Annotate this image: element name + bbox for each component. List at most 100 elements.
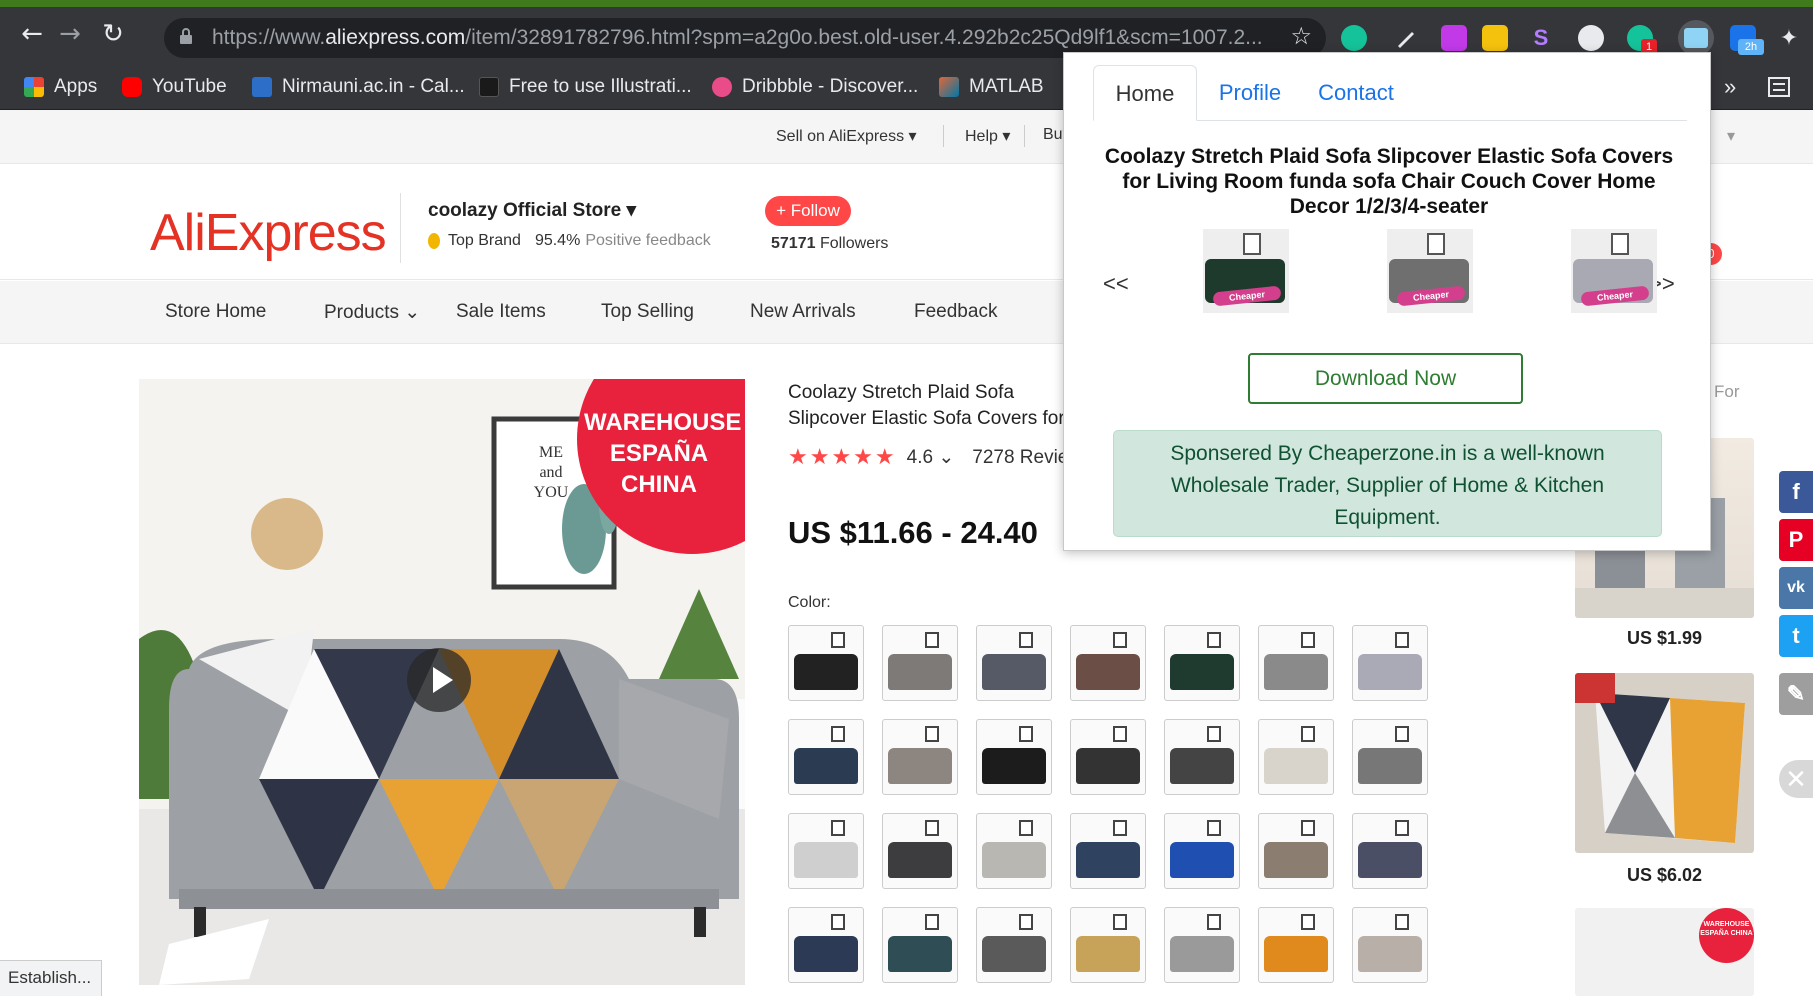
s2-extension-icon[interactable]: S: [1528, 25, 1554, 51]
carousel-thumbnail[interactable]: Cheaper: [1387, 229, 1473, 313]
swatch-sofa: [794, 936, 858, 972]
nav-products[interactable]: Products ⌄: [324, 301, 420, 324]
edit-share-icon[interactable]: ✎: [1779, 673, 1813, 715]
color-swatch[interactable]: [1070, 907, 1146, 983]
extensions-puzzle-icon[interactable]: ✦: [1776, 25, 1802, 51]
color-swatch[interactable]: [1258, 625, 1334, 701]
swatch-sofa: [1076, 748, 1140, 784]
swatch-sofa: [1358, 748, 1422, 784]
color-swatch[interactable]: [788, 719, 864, 795]
play-video-button[interactable]: [407, 648, 471, 712]
color-swatch[interactable]: [1258, 907, 1334, 983]
color-swatch[interactable]: [788, 625, 864, 701]
divider: [943, 125, 944, 147]
color-swatch[interactable]: [1258, 719, 1334, 795]
color-swatch[interactable]: [976, 625, 1052, 701]
forward-icon[interactable]: →: [55, 19, 85, 49]
color-swatch[interactable]: [1070, 719, 1146, 795]
color-swatch[interactable]: [1352, 813, 1428, 889]
download-now-button[interactable]: Download Now: [1248, 353, 1523, 404]
nav-new-arrivals[interactable]: New Arrivals: [750, 301, 856, 323]
color-swatch[interactable]: [882, 907, 958, 983]
color-swatch[interactable]: [1070, 813, 1146, 889]
dribbble-icon: [712, 77, 732, 97]
color-swatch[interactable]: [882, 625, 958, 701]
aliexpress-logo[interactable]: AliExpress: [150, 203, 387, 263]
bookmark-illustrations[interactable]: Free to use Illustrati...: [479, 74, 692, 100]
color-swatch[interactable]: [788, 813, 864, 889]
review-count[interactable]: 7278 Revie: [972, 447, 1068, 469]
follow-button[interactable]: + Follow: [765, 196, 851, 226]
reading-list-icon[interactable]: [1768, 74, 1790, 100]
tab-contact[interactable]: Contact: [1301, 65, 1411, 121]
carousel-prev-button[interactable]: <<: [1103, 271, 1129, 297]
color-swatch[interactable]: [976, 813, 1052, 889]
store-name[interactable]: coolazy Official Store ▾: [428, 199, 636, 222]
carousel-thumbnail[interactable]: Cheaper: [1571, 229, 1657, 313]
sell-link[interactable]: Sell on AliExpress ▾: [776, 126, 917, 146]
popup-product-title: Coolazy Stretch Plaid Sofa Slipcover Ela…: [1104, 145, 1674, 218]
color-swatch[interactable]: [1164, 813, 1240, 889]
bookmark-star-icon[interactable]: ☆: [1290, 22, 1312, 50]
color-swatch[interactable]: [1352, 625, 1428, 701]
apps-grid-icon: [24, 77, 44, 97]
swatch-frame: [831, 914, 845, 930]
help-link[interactable]: Help ▾: [965, 126, 1010, 146]
tab-home[interactable]: Home: [1093, 65, 1197, 121]
color-swatch[interactable]: [1164, 907, 1240, 983]
swatch-frame: [925, 914, 939, 930]
nav-sale-items[interactable]: Sale Items: [456, 301, 546, 323]
tab-timer-extension-icon[interactable]: 2h: [1730, 25, 1764, 55]
color-swatch[interactable]: [1070, 625, 1146, 701]
nav-top-selling[interactable]: Top Selling: [601, 301, 694, 323]
account-dropdown-icon[interactable]: ▾: [1727, 126, 1735, 146]
swatch-frame: [925, 820, 939, 836]
bookmark-dribbble[interactable]: Dribbble - Discover...: [712, 74, 918, 100]
swatch-frame: [925, 726, 939, 742]
color-swatch[interactable]: [1352, 907, 1428, 983]
product-main-image[interactable]: WAREHOUSE ESPAÑA CHINA ME and YOU: [139, 379, 745, 985]
pinterest-share-icon[interactable]: P: [1779, 519, 1813, 561]
swatch-sofa: [888, 936, 952, 972]
vk-share-icon[interactable]: vk: [1779, 567, 1813, 609]
swatch-frame: [1113, 820, 1127, 836]
color-swatch[interactable]: [1164, 719, 1240, 795]
sidebar-product-card[interactable]: WAREHOUSE ESPAÑA CHINA: [1575, 908, 1754, 996]
color-swatch[interactable]: [976, 907, 1052, 983]
bookmark-youtube[interactable]: YouTube: [122, 74, 227, 100]
bookmark-nirmauni[interactable]: Nirmauni.ac.in - Cal...: [252, 74, 465, 100]
color-swatch[interactable]: [788, 907, 864, 983]
color-swatch[interactable]: [976, 719, 1052, 795]
swatch-frame: [1113, 726, 1127, 742]
grammarly-extension-icon[interactable]: [1341, 25, 1367, 51]
ring-extension-icon[interactable]: [1578, 25, 1604, 51]
color-swatch[interactable]: [882, 813, 958, 889]
color-swatch[interactable]: [1352, 719, 1428, 795]
reload-icon[interactable]: ↻: [98, 19, 128, 49]
nav-feedback[interactable]: Feedback: [914, 301, 997, 323]
color-swatch[interactable]: [882, 719, 958, 795]
nav-store-home[interactable]: Store Home: [165, 301, 266, 323]
cheaperzone-extension-icon[interactable]: [1678, 20, 1714, 56]
bookmarks-overflow[interactable]: »: [1724, 74, 1736, 100]
sidebar-heading: For: [1714, 382, 1740, 401]
close-share-icon[interactable]: ✕: [1779, 760, 1813, 798]
carousel-thumbnail[interactable]: Cheaper: [1203, 229, 1289, 313]
bookmark-matlab[interactable]: MATLAB: [939, 74, 1044, 100]
keep-extension-icon[interactable]: [1482, 25, 1508, 51]
swatch-sofa: [1358, 842, 1422, 878]
pen-extension-icon[interactable]: [1393, 25, 1419, 51]
color-swatch[interactable]: [1164, 625, 1240, 701]
back-icon[interactable]: ←: [17, 19, 47, 49]
a-extension-icon[interactable]: 1: [1627, 25, 1657, 55]
bookmark-apps[interactable]: Apps: [24, 74, 97, 100]
swatch-sofa: [982, 748, 1046, 784]
sidebar-product-card[interactable]: [1575, 673, 1754, 853]
s-extension-icon[interactable]: [1441, 25, 1467, 51]
color-swatch[interactable]: [1258, 813, 1334, 889]
twitter-share-icon[interactable]: t: [1779, 615, 1813, 657]
rating-value[interactable]: 4.6 ⌄: [907, 446, 955, 469]
tab-profile[interactable]: Profile: [1200, 65, 1300, 121]
facebook-share-icon[interactable]: f: [1779, 471, 1813, 513]
swatch-sofa: [1264, 936, 1328, 972]
